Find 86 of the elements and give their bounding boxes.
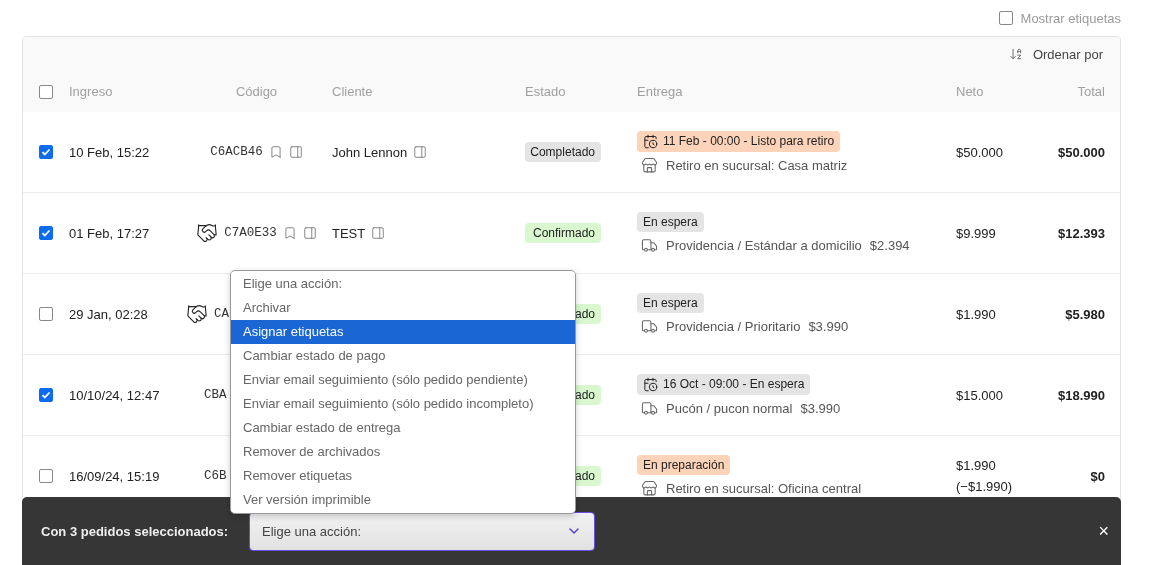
row-checkbox[interactable] xyxy=(39,226,53,240)
panel-icon[interactable] xyxy=(413,145,428,159)
menu-option[interactable]: Enviar email seguimiento (sólo pedido pendiente) xyxy=(231,368,575,392)
select-all-checkbox[interactable] xyxy=(39,84,53,99)
net-amount: $50.000 xyxy=(956,144,1003,160)
column-header: Cliente xyxy=(332,84,373,99)
calendar-clock-icon xyxy=(643,376,658,392)
handshake-icon xyxy=(196,222,219,244)
truck-icon xyxy=(641,399,658,417)
handshake-icon xyxy=(186,303,208,325)
panel-icon[interactable] xyxy=(288,145,303,159)
date-text: 01 Feb, 17:27 xyxy=(69,225,150,241)
row-checkbox[interactable] xyxy=(39,469,53,483)
date-text: 10 Feb, 15:22 xyxy=(69,144,150,160)
order-code[interactable]: CA xyxy=(214,307,229,321)
column-header: Total xyxy=(1077,84,1105,99)
net-amount: $15.000 xyxy=(956,387,1003,403)
close-button[interactable]: × xyxy=(1098,522,1109,540)
delivery-method: Pucón / pucon normal xyxy=(666,400,793,416)
order-code[interactable]: C7A0E33 xyxy=(224,226,277,240)
order-code[interactable]: C6ACB46 xyxy=(210,145,263,159)
truck-icon xyxy=(641,237,658,254)
total-amount: $18.990 xyxy=(1058,387,1105,403)
menu-option[interactable]: Archivar xyxy=(231,296,575,320)
column-header: Estado xyxy=(525,84,566,99)
delivery-badge: 11 Feb - 00:00 - Listo para retiro xyxy=(637,130,841,152)
delivery-badge: En espera xyxy=(637,293,704,313)
checkmark-icon xyxy=(41,228,51,238)
net-amount: $1.990 xyxy=(956,306,996,322)
bookmark-icon[interactable] xyxy=(268,145,283,159)
column-header: Código xyxy=(235,84,278,99)
sort-button[interactable]: Ordenar por xyxy=(1032,46,1103,62)
total-amount: $0 xyxy=(1090,468,1105,484)
delivery-badge: En preparación xyxy=(637,455,731,475)
date-text: 16/09/24, 15:19 xyxy=(69,468,160,484)
calendar-clock-icon xyxy=(643,133,658,149)
row-checkbox[interactable] xyxy=(39,307,53,321)
menu-option[interactable]: Ver versión imprimible xyxy=(231,488,575,512)
delivery-method: Retiro en sucursal: Casa matriz xyxy=(666,157,848,173)
menu-option[interactable]: Cambiar estado de entrega xyxy=(231,416,575,440)
labels-checkbox[interactable] xyxy=(998,11,1013,25)
selection-label: Con 3 pedidos seleccionados: xyxy=(41,523,230,539)
menu-option[interactable]: Asignar etiquetas xyxy=(231,320,575,344)
status-badge: Completado xyxy=(525,142,601,162)
checkmark-icon xyxy=(41,390,51,400)
delivery-badge: 16 Oct - 09:00 - En espera xyxy=(637,373,811,395)
total-amount: $12.393 xyxy=(1058,225,1105,241)
panel-icon[interactable] xyxy=(302,226,317,240)
action-select[interactable]: Elige una acción: xyxy=(249,511,595,551)
net-amount: $1.990 xyxy=(956,458,997,473)
date-text: 10/10/24, 12:47 xyxy=(69,387,160,403)
column-header: Ingreso xyxy=(69,84,113,99)
store-icon xyxy=(641,156,658,174)
total-amount: $50.000 xyxy=(1058,144,1105,160)
truck-icon xyxy=(641,318,658,335)
net-amount: $9.999 xyxy=(956,225,996,241)
total-amount: $5.980 xyxy=(1065,306,1105,322)
delivery-method: Retiro en sucursal: Oficina central xyxy=(666,481,862,496)
status-badge: Confirmado xyxy=(525,223,601,243)
store-icon xyxy=(641,480,658,497)
order-code[interactable]: C6B xyxy=(204,469,227,483)
shipping-price: $2.394 xyxy=(869,238,910,253)
menu-option[interactable]: Enviar email seguimiento (sólo pedido incompleto) xyxy=(231,392,575,416)
column-header: Entrega xyxy=(637,84,683,99)
date-text: 29 Jan, 02:28 xyxy=(69,306,148,322)
shipping-price: $3.990 xyxy=(808,319,849,334)
client-name[interactable]: TEST xyxy=(332,225,366,241)
delivery-method: Providencia / Prioritario xyxy=(666,319,801,334)
client-name[interactable]: John Lennon xyxy=(332,144,408,160)
net-amount: (−$1.990) xyxy=(956,479,1012,494)
menu-option[interactable]: Cambiar estado de pago xyxy=(231,344,575,368)
bookmark-icon[interactable] xyxy=(282,226,297,240)
order-code[interactable]: CBA xyxy=(204,388,227,402)
delivery-badge: En espera xyxy=(637,212,704,232)
delivery-method: Providencia / Estándar a domicilio xyxy=(666,238,862,253)
panel-icon[interactable] xyxy=(371,226,386,240)
row-checkbox[interactable] xyxy=(39,388,53,402)
row-checkbox[interactable] xyxy=(39,145,53,159)
menu-option[interactable]: Elige una acción: xyxy=(231,272,575,296)
checkmark-icon xyxy=(41,147,51,157)
checkbox-label: Mostrar etiquetas xyxy=(1020,10,1121,26)
sort-icon[interactable] xyxy=(1008,47,1023,61)
column-header: Neto xyxy=(956,84,984,99)
menu-option[interactable]: Remover etiquetas xyxy=(231,464,575,488)
menu-option[interactable]: Remover de archivados xyxy=(231,440,575,464)
shipping-price: $3.990 xyxy=(800,400,841,416)
